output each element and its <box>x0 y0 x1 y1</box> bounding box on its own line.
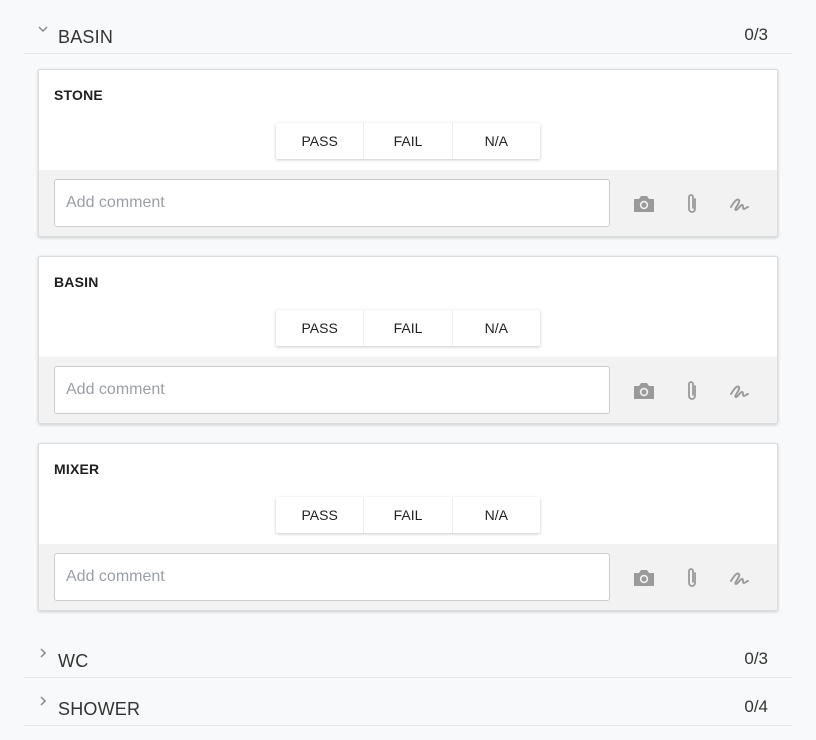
pass-option[interactable]: PASS <box>276 123 365 159</box>
paperclip-icon[interactable] <box>678 564 706 592</box>
item-title: BASIN <box>54 274 99 290</box>
result-toggle-group: PASS FAIL N/A <box>276 123 540 159</box>
result-toggle-group: PASS FAIL N/A <box>276 310 540 346</box>
chevron-right-icon <box>40 696 47 706</box>
comment-input[interactable] <box>54 366 610 414</box>
item-footer <box>39 170 777 236</box>
fail-option[interactable]: FAIL <box>364 123 453 159</box>
section-header-basin[interactable]: BASIN 0/3 <box>24 6 792 54</box>
checklist-item-card: MIXER PASS FAIL N/A <box>38 443 778 611</box>
signature-icon[interactable] <box>726 190 754 218</box>
pass-option[interactable]: PASS <box>276 497 365 533</box>
section-header-shower[interactable]: SHOWER 0/4 <box>24 678 792 726</box>
fail-option[interactable]: FAIL <box>364 497 453 533</box>
item-footer <box>39 544 777 610</box>
comment-input[interactable] <box>54 553 610 601</box>
camera-icon[interactable] <box>630 377 658 405</box>
section-title: BASIN <box>58 27 114 47</box>
result-toggle-group: PASS FAIL N/A <box>276 497 540 533</box>
paperclip-icon[interactable] <box>678 377 706 405</box>
na-option[interactable]: N/A <box>453 123 540 159</box>
pass-option[interactable]: PASS <box>276 310 365 346</box>
comment-input[interactable] <box>54 179 610 227</box>
signature-icon[interactable] <box>726 377 754 405</box>
signature-icon[interactable] <box>726 564 754 592</box>
item-footer <box>39 357 777 423</box>
section-title: WC <box>58 651 89 671</box>
fail-option[interactable]: FAIL <box>364 310 453 346</box>
section-header-wc[interactable]: WC 0/3 <box>24 630 792 678</box>
chevron-down-icon <box>38 26 48 33</box>
camera-icon[interactable] <box>630 564 658 592</box>
item-title: MIXER <box>54 461 100 477</box>
checklist-item-card: BASIN PASS FAIL N/A <box>38 256 778 424</box>
checklist-item-card: STONE PASS FAIL N/A <box>38 69 778 237</box>
section-progress-count: 0/4 <box>744 697 768 716</box>
camera-icon[interactable] <box>630 190 658 218</box>
item-title: STONE <box>54 87 103 103</box>
section-progress-count: 0/3 <box>744 25 768 44</box>
na-option[interactable]: N/A <box>453 310 540 346</box>
na-option[interactable]: N/A <box>453 497 540 533</box>
section-title: SHOWER <box>58 699 141 719</box>
paperclip-icon[interactable] <box>678 190 706 218</box>
chevron-right-icon <box>40 648 47 658</box>
